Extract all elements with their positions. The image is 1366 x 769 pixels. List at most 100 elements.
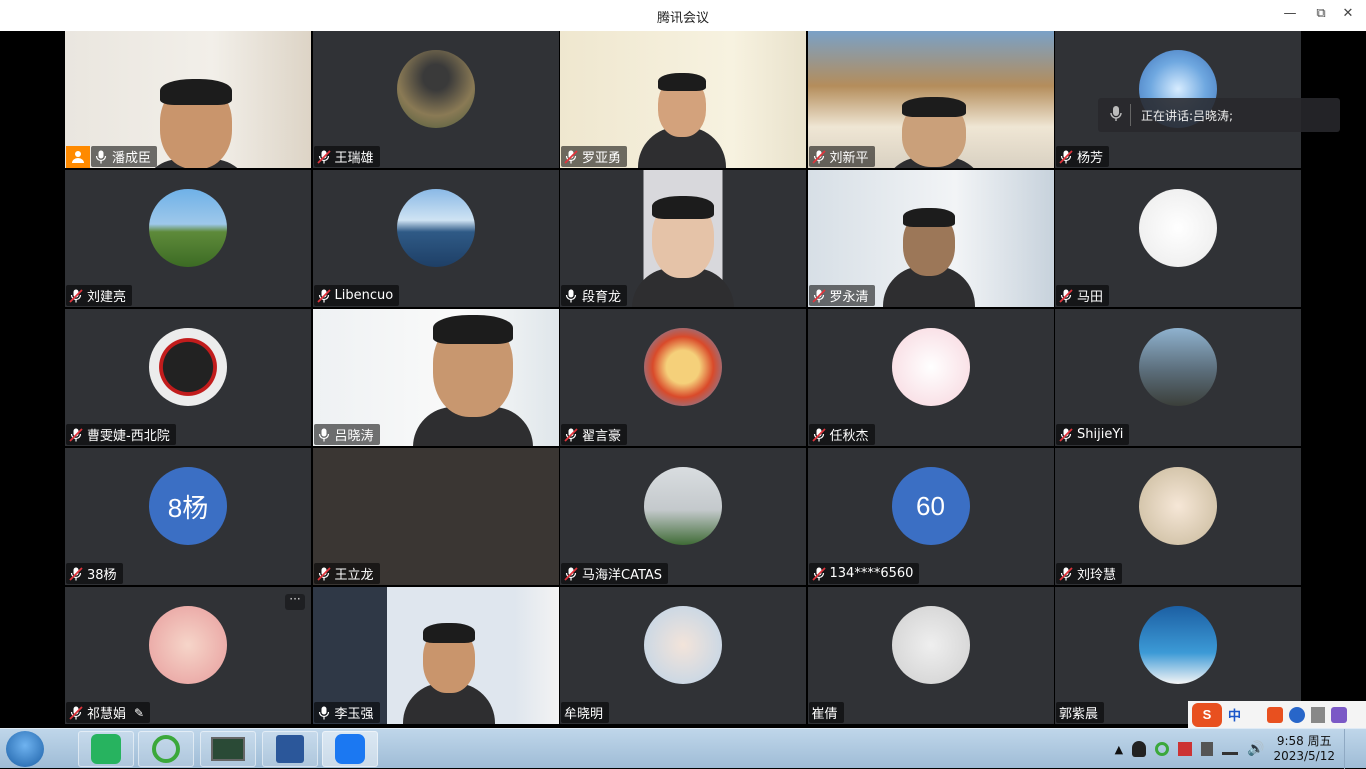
participant-namebar: 134****6560 [808, 563, 920, 584]
window-title: 腾讯会议 [656, 11, 709, 26]
ime-settings-icon[interactable] [1267, 706, 1284, 723]
participant-namebar: 崔倩 [808, 702, 844, 723]
mic-icon [317, 428, 331, 442]
participant-avatar [1139, 189, 1217, 267]
participant-tile[interactable]: 李玉强 [312, 587, 559, 724]
participant-tile[interactable]: 翟言豪 [560, 309, 806, 446]
tray-expand-icon[interactable]: ▲ [1115, 743, 1123, 756]
mic-muted-icon [564, 566, 578, 581]
mic-muted-icon [811, 427, 826, 442]
participant-name: 134****6560 [829, 566, 914, 581]
mic-muted-icon [69, 427, 83, 442]
participant-tile[interactable]: 王瑞雄 [312, 31, 559, 168]
participant-tile[interactable]: 罗永清 [807, 170, 1054, 307]
participant-name: 任秋杰 [829, 429, 869, 444]
ime-skin-icon[interactable] [1331, 706, 1348, 723]
participant-name: 牟晓明 [564, 707, 604, 722]
volume-icon[interactable]: 🔊 [1247, 741, 1264, 757]
participant-tile[interactable]: 60 134****6560 [807, 448, 1054, 585]
participant-avatar-initials: 8杨 [149, 467, 227, 545]
participant-tile[interactable]: 王立龙 [312, 448, 559, 585]
taskbar-app-monitor[interactable] [200, 731, 256, 767]
flag-icon[interactable] [1178, 742, 1193, 756]
mic-muted-icon [1059, 566, 1073, 581]
mic-muted-icon [1059, 427, 1073, 442]
mic-muted-icon [69, 566, 83, 581]
participant-tile[interactable]: 刘建亮 [65, 170, 311, 307]
participant-tile[interactable]: 牟晓明 [560, 587, 806, 724]
participant-namebar: 刘新平 [808, 146, 875, 167]
participant-namebar: 李玉强 [313, 702, 380, 723]
ime-toolbar[interactable]: S 中 [1188, 701, 1366, 728]
restore-button[interactable]: ⧉ [1313, 6, 1329, 22]
close-button[interactable]: ✕ [1340, 6, 1356, 22]
participant-namebar: 38杨 [66, 563, 123, 584]
ime-menu-icon[interactable] [1311, 706, 1326, 723]
mic-icon [94, 150, 108, 164]
mic-icon [317, 706, 331, 720]
participant-tile[interactable]: 吕晓涛 [312, 309, 559, 446]
participant-name: 王立龙 [334, 568, 374, 583]
participant-tile[interactable]: 马田 [1055, 170, 1301, 307]
participant-tile[interactable]: 祁慧娟 ✎ ··· [65, 587, 311, 724]
participant-namebar: 祁慧娟 ✎ [66, 702, 151, 723]
network-icon[interactable] [1222, 743, 1239, 755]
participant-name: Libencuo [334, 288, 394, 303]
participant-tile[interactable]: 崔倩 [807, 587, 1054, 724]
participant-name: 李玉强 [334, 707, 374, 722]
participant-avatar [891, 328, 970, 406]
taskbar-app-word[interactable] [262, 731, 318, 767]
participant-name: 马海洋CATAS [582, 568, 663, 583]
participant-namebar: Libencuo [313, 285, 400, 306]
participant-tile[interactable]: Libencuo [312, 170, 559, 307]
participant-name: 吕晓涛 [334, 429, 374, 444]
participant-tile[interactable]: 罗亚勇 [560, 31, 806, 168]
participant-avatar-initials: 60 [891, 467, 970, 545]
participant-tile[interactable]: ShijieYi [1055, 309, 1301, 446]
participant-namebar: 郭紫晨 [1056, 702, 1105, 723]
tencent-meeting-icon [335, 734, 365, 764]
participant-name: 王瑞雄 [334, 151, 374, 166]
taskbar-app-pdf[interactable] [78, 731, 134, 767]
participant-avatar [644, 328, 722, 406]
pdf-app-icon [91, 734, 121, 764]
participant-tile[interactable]: 马海洋CATAS [560, 448, 806, 585]
minimize-button[interactable]: — [1282, 6, 1298, 22]
participant-avatar [1139, 467, 1217, 545]
participant-tile[interactable]: 潘成臣 [65, 31, 311, 168]
browser-tray-icon[interactable] [1155, 742, 1170, 756]
ime-mode[interactable]: 中 [1228, 705, 1241, 724]
mic-muted-icon [316, 566, 331, 581]
show-desktop-button[interactable] [1344, 729, 1354, 769]
participant-namebar: 刘建亮 [66, 285, 133, 306]
start-button[interactable] [6, 731, 44, 767]
taskbar: ▲ 🔊 9:58 周五 2023/5/12 [0, 728, 1366, 769]
ime-help-icon[interactable] [1289, 706, 1306, 723]
participant-name: 段育龙 [582, 290, 622, 305]
participant-name: 郭紫晨 [1059, 707, 1099, 722]
device-icon[interactable] [1201, 742, 1214, 756]
mic-muted-icon [69, 705, 83, 720]
qq-icon[interactable] [1132, 741, 1147, 757]
participant-tile[interactable]: 任秋杰 [807, 309, 1054, 446]
participant-tile[interactable]: 刘新平 [807, 31, 1054, 168]
participant-avatar [1139, 606, 1217, 684]
clock[interactable]: 9:58 周五 2023/5/12 [1273, 734, 1335, 764]
title-bar: 腾讯会议 — ⧉ ✕ [0, 0, 1366, 31]
taskbar-app-tencent-meeting[interactable] [322, 731, 378, 767]
participant-avatar [149, 328, 227, 406]
taskbar-app-browser[interactable] [138, 731, 194, 767]
participant-tile[interactable]: 段育龙 [560, 170, 806, 307]
speaking-indicator: 正在讲话: 吕晓涛; [1098, 98, 1340, 132]
participant-namebar: 牟晓明 [561, 702, 610, 723]
participant-tile[interactable]: 曹雯婕-西北院 [65, 309, 311, 446]
pencil-icon: ✎ [134, 705, 145, 720]
participant-tile[interactable]: 刘玲慧 [1055, 448, 1301, 585]
mic-muted-icon [1059, 288, 1073, 303]
participant-namebar: ShijieYi [1056, 424, 1130, 445]
more-options-button[interactable]: ··· [285, 593, 305, 610]
speaking-name: 吕晓涛; [1193, 108, 1234, 123]
participant-name: 祁慧娟 [87, 707, 127, 722]
participant-namebar: 马海洋CATAS [561, 563, 669, 584]
participant-tile[interactable]: 8杨 38杨 [65, 448, 311, 585]
